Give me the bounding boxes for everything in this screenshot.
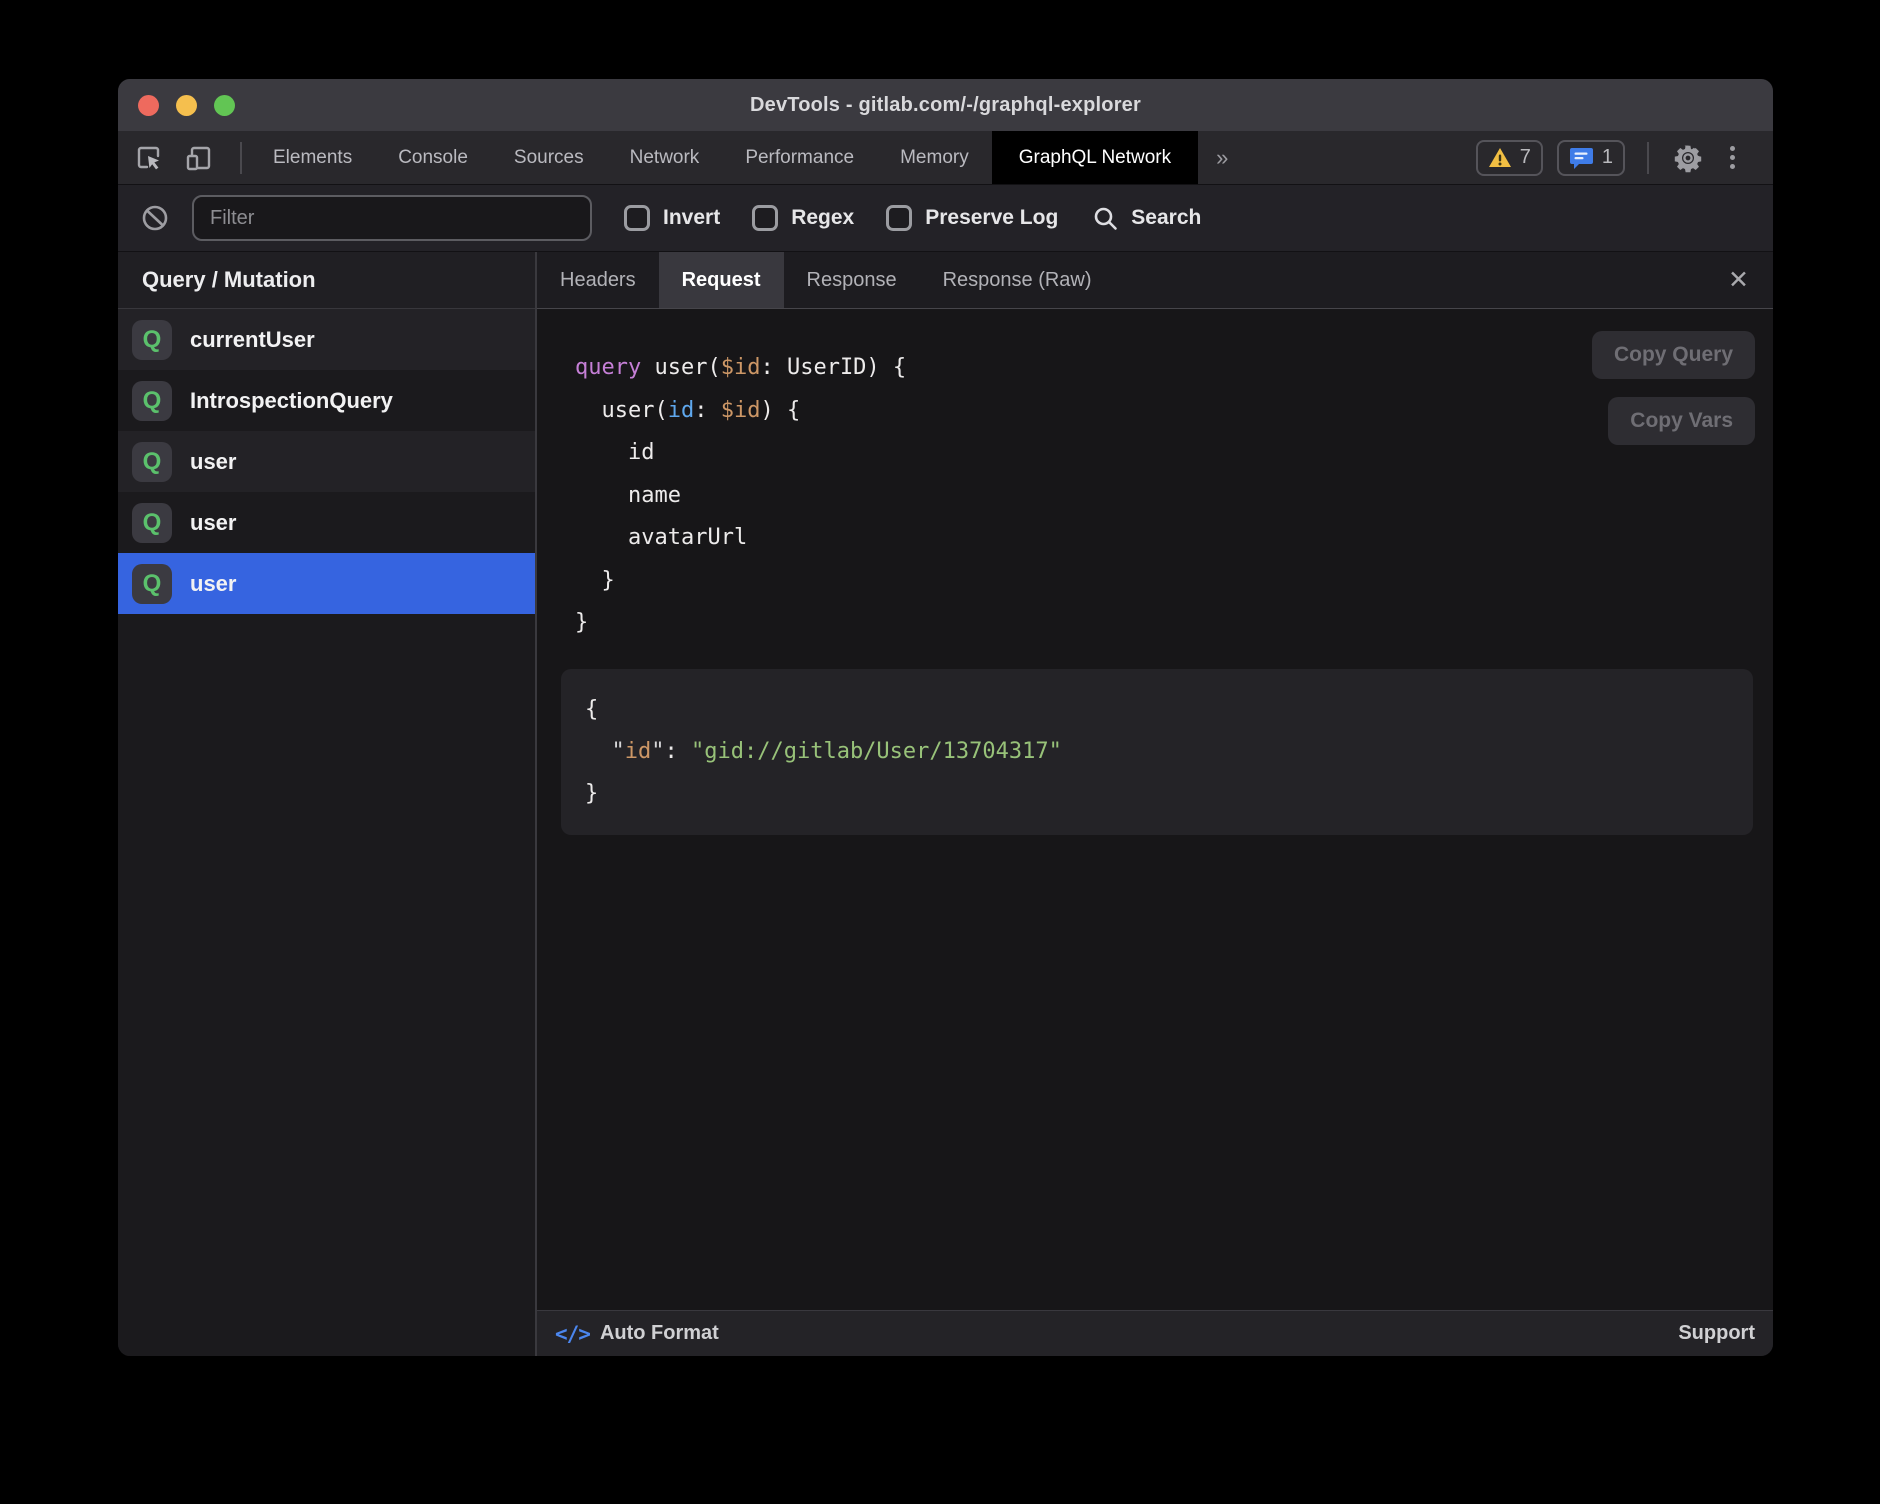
code-line: } bbox=[575, 560, 1773, 603]
toolbar-separator bbox=[240, 142, 242, 174]
detail-panel: HeadersRequestResponseResponse (Raw) ✕ q… bbox=[537, 252, 1773, 1356]
code-line: id bbox=[575, 432, 1773, 475]
code-line: user(id: $id) { bbox=[575, 390, 1773, 433]
code-line: } bbox=[575, 602, 1773, 645]
graphql-query-code: query user($id: UserID) { user(id: $id) … bbox=[537, 309, 1773, 645]
query-list-item[interactable]: Quser bbox=[118, 553, 535, 614]
devtools-tab-network[interactable]: Network bbox=[607, 131, 723, 184]
detail-tab-bar: HeadersRequestResponseResponse (Raw) ✕ bbox=[537, 252, 1773, 309]
zoom-window-button[interactable] bbox=[214, 95, 235, 116]
devtools-tab-graphql-network[interactable]: GraphQL Network bbox=[992, 131, 1198, 184]
copy-query-button[interactable]: Copy Query bbox=[1592, 331, 1755, 379]
query-name: user bbox=[190, 449, 236, 475]
devtools-tab-memory[interactable]: Memory bbox=[877, 131, 992, 184]
messages-badge[interactable]: 1 bbox=[1557, 140, 1625, 176]
filter-bar: Invert Regex Preserve Log Search bbox=[118, 185, 1773, 252]
minimize-window-button[interactable] bbox=[176, 95, 197, 116]
query-list-item[interactable]: Quser bbox=[118, 492, 535, 553]
detail-footer: </> Auto Format Support bbox=[537, 1310, 1773, 1356]
message-icon bbox=[1569, 146, 1594, 170]
inspect-element-icon[interactable] bbox=[132, 141, 166, 175]
support-link[interactable]: Support bbox=[1678, 1322, 1755, 1345]
devtools-tab-sources[interactable]: Sources bbox=[491, 131, 607, 184]
auto-format-button[interactable]: </> Auto Format bbox=[555, 1322, 719, 1346]
search-control[interactable]: Search bbox=[1092, 205, 1201, 232]
kebab-menu-icon[interactable] bbox=[1719, 146, 1745, 169]
tabbar-separator bbox=[1647, 142, 1649, 174]
warning-icon bbox=[1488, 147, 1512, 169]
close-panel-icon[interactable]: ✕ bbox=[1704, 252, 1773, 308]
query-sidebar: Query / Mutation QcurrentUserQIntrospect… bbox=[118, 252, 535, 1356]
regex-checkbox[interactable] bbox=[752, 205, 778, 231]
preserve-log-checkbox[interactable] bbox=[886, 205, 912, 231]
query-name: user bbox=[190, 510, 236, 536]
detail-tab-response[interactable]: Response bbox=[784, 252, 920, 308]
query-type-badge: Q bbox=[132, 564, 172, 604]
query-type-badge: Q bbox=[132, 320, 172, 360]
detail-tab-request[interactable]: Request bbox=[659, 252, 784, 308]
query-list-item[interactable]: Q IntrospectionQuery bbox=[118, 370, 535, 431]
search-label: Search bbox=[1131, 206, 1201, 230]
sidebar-header: Query / Mutation bbox=[118, 252, 535, 309]
filter-input[interactable] bbox=[192, 195, 592, 241]
main-area: Query / Mutation QcurrentUserQIntrospect… bbox=[118, 252, 1773, 1356]
invert-checkbox-group: Invert bbox=[624, 205, 720, 231]
message-count: 1 bbox=[1602, 146, 1613, 169]
traffic-lights bbox=[138, 79, 235, 131]
query-list: QcurrentUserQIntrospectionQueryQuserQuse… bbox=[118, 309, 535, 614]
auto-format-label: Auto Format bbox=[600, 1322, 719, 1345]
devtools-tab-elements[interactable]: Elements bbox=[250, 131, 375, 184]
preserve-log-label: Preserve Log bbox=[925, 206, 1058, 230]
regex-checkbox-group: Regex bbox=[752, 205, 854, 231]
query-name: currentUser bbox=[190, 327, 315, 353]
devtools-tab-bar: ElementsConsoleSourcesNetworkPerformance… bbox=[118, 131, 1773, 185]
query-type-badge: Q bbox=[132, 503, 172, 543]
copy-vars-button[interactable]: Copy Vars bbox=[1608, 397, 1755, 445]
clear-block-icon[interactable] bbox=[138, 201, 172, 235]
query-type-badge: Q bbox=[132, 442, 172, 482]
query-type-badge: Q bbox=[132, 381, 172, 421]
request-content: query user($id: UserID) { user(id: $id) … bbox=[537, 309, 1773, 1310]
window-title: DevTools - gitlab.com/-/graphql-explorer bbox=[750, 94, 1141, 117]
code-line: name bbox=[575, 475, 1773, 518]
devtools-tabs: ElementsConsoleSourcesNetworkPerformance… bbox=[250, 131, 1198, 184]
title-bar: DevTools - gitlab.com/-/graphql-explorer bbox=[118, 79, 1773, 131]
detail-tab-headers[interactable]: Headers bbox=[537, 252, 659, 308]
query-variables-box: { "id": "gid://gitlab/User/13704317"} bbox=[561, 669, 1753, 835]
warnings-badge[interactable]: 7 bbox=[1476, 140, 1543, 176]
more-tabs-button[interactable]: » bbox=[1198, 131, 1246, 184]
warning-count: 7 bbox=[1520, 146, 1531, 169]
invert-checkbox[interactable] bbox=[624, 205, 650, 231]
devtools-window: DevTools - gitlab.com/-/graphql-explorer… bbox=[118, 79, 1773, 1356]
regex-label: Regex bbox=[791, 206, 854, 230]
code-line: avatarUrl bbox=[575, 517, 1773, 560]
code-line: } bbox=[585, 773, 1729, 815]
detail-tabs: HeadersRequestResponseResponse (Raw) bbox=[537, 252, 1115, 308]
code-brackets-icon: </> bbox=[555, 1322, 590, 1346]
preserve-log-checkbox-group: Preserve Log bbox=[886, 205, 1058, 231]
query-name: user bbox=[190, 571, 236, 597]
detail-tab-response-raw[interactable]: Response (Raw) bbox=[920, 252, 1115, 308]
search-icon bbox=[1092, 205, 1119, 232]
query-list-item[interactable]: QcurrentUser bbox=[118, 309, 535, 370]
devtools-tab-console[interactable]: Console bbox=[375, 131, 491, 184]
query-name: IntrospectionQuery bbox=[190, 388, 393, 414]
devtools-tab-performance[interactable]: Performance bbox=[722, 131, 877, 184]
code-line: { bbox=[585, 689, 1729, 731]
settings-gear-icon[interactable] bbox=[1671, 141, 1705, 175]
query-list-item[interactable]: Quser bbox=[118, 431, 535, 492]
device-toolbar-icon[interactable] bbox=[182, 141, 216, 175]
close-window-button[interactable] bbox=[138, 95, 159, 116]
invert-label: Invert bbox=[663, 206, 720, 230]
code-line: "id": "gid://gitlab/User/13704317" bbox=[585, 731, 1729, 773]
